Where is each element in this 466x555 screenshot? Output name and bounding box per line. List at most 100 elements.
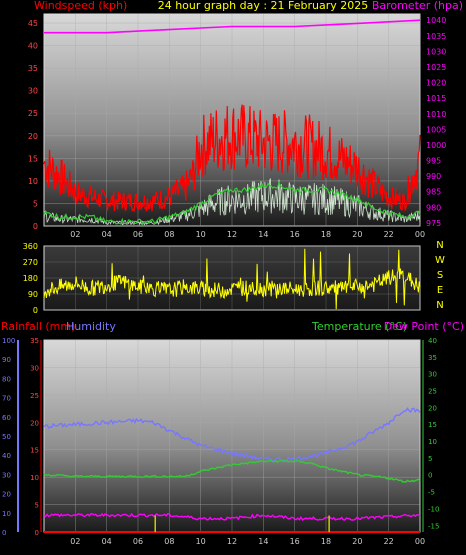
y-tick-label: 980 [426,203,441,212]
x-tick-label: 04 [102,230,112,239]
y-tick-label: 80 [2,375,11,383]
x-tick-label: 22 [384,230,394,239]
wind-barometer-chart: Windspeed (kph) 24 hour graph day : 21 F… [28,0,463,239]
x-tick-label: 16 [290,537,300,546]
y-tick-label: 15 [28,154,38,163]
y-tick-label: -15 [428,522,439,530]
y-tick-label: 30 [30,364,39,372]
y-tick-label: -10 [428,505,439,513]
y-tick-label: 100 [2,337,15,345]
y-tick-label: 30 [428,371,437,379]
y-tick-label: 60 [2,414,11,422]
y-tick-label: 25 [28,109,38,118]
y-tick-label: 20 [2,491,11,499]
y-tick-label: 45 [28,19,38,28]
x-tick-label: 06 [133,537,143,546]
x-tick-label: 02 [70,230,80,239]
dewpoint-axis-label: Dew Point (°C) [384,320,464,333]
wind-y-ticks: 0 5 10 15 20 25 30 35 40 45 [28,19,38,231]
x-tick-label: 14 [258,230,268,239]
y-tick-label: 990 [426,172,441,181]
compass-label: W [435,255,445,266]
y-tick-label: 40 [28,42,38,51]
x-tick-label: 18 [321,537,331,546]
y-tick-label: 985 [426,188,441,197]
compass-label: S [437,270,443,281]
y-tick-label: 0 [35,529,39,537]
x-tick-label: 08 [164,230,174,239]
chart-title: 24 hour graph day : 21 February 2025 [158,0,369,12]
y-tick-label: 40 [2,452,11,460]
y-tick-label: 1020 [426,79,446,88]
y-tick-label: 40 [428,337,437,345]
x-tick-label: 14 [258,537,268,546]
y-tick-label: 1025 [426,63,446,72]
y-tick-label: 995 [426,157,441,166]
y-tick-label: 1015 [426,94,446,103]
y-tick-label: 35 [428,354,437,362]
y-tick-label: 35 [28,64,38,73]
y-tick-label: 0 [33,222,38,231]
y-tick-label: 10 [2,510,11,518]
y-tick-label: 270 [23,258,38,267]
humidity-y-ticks: 0 10 20 30 40 50 60 70 80 90 100 [2,337,15,537]
x-tick-label: 00 [415,537,425,546]
rainfall-axis-label: Rainfall (mm) [1,320,75,333]
x-tick-label: 16 [290,230,300,239]
y-tick-label: 10 [428,438,437,446]
x-tick-label: 18 [321,230,331,239]
y-tick-label: 25 [428,388,437,396]
right-axis-label-barometer: Barometer (hpa) [372,0,463,12]
y-tick-label: 1040 [426,16,446,25]
y-tick-label: 10 [28,177,38,186]
compass-labels: NWSEN [435,240,445,311]
x-tick-label: 12 [227,230,237,239]
x-tick-label: 20 [352,537,362,546]
humidity-axis-label: Humidity [66,320,116,333]
y-tick-label: 15 [30,447,39,455]
y-tick-label: 360 [23,242,38,251]
y-tick-label: 0 [33,306,38,315]
y-tick-label: 70 [2,395,11,403]
temperature-humidity-chart: Rainfall (mm) Humidity Temperature (°C) … [1,320,464,546]
compass-label: N [436,300,443,311]
rainfall-y-ticks: 0 5 10 15 20 25 30 35 [30,337,39,537]
y-tick-label: 5 [428,455,432,463]
x-tick-label: 00 [415,230,425,239]
barometer-y-ticks: 975 980 985 990 995 1000 1005 1010 1015 1020 1025 1… [426,16,446,228]
x-tick-label: 04 [102,537,112,546]
temperature-y-ticks: 40 35 30 25 20 15 10 5 0 -5 -10 -15 [428,337,439,530]
y-tick-label: 20 [30,419,39,427]
y-tick-label: 1000 [426,141,446,150]
x-tick-label: 22 [384,537,394,546]
y-tick-label: 25 [30,392,39,400]
y-tick-label: 0 [2,529,6,537]
y-tick-label: 1010 [426,110,446,119]
x-tick-label: 08 [164,537,174,546]
y-tick-label: 90 [2,356,11,364]
y-tick-label: 50 [2,433,11,441]
y-tick-label: 975 [426,219,441,228]
y-tick-label: 20 [28,132,38,141]
y-tick-label: 30 [2,471,11,479]
y-tick-label: 10 [30,474,39,482]
y-tick-label: 1030 [426,47,446,56]
x-tick-label: 06 [133,230,143,239]
y-tick-label: 5 [35,502,39,510]
wind-direction-chart: 090180270360 NWSEN [23,240,445,315]
y-tick-label: 20 [428,404,437,412]
y-tick-label: 15 [428,421,437,429]
weather-graphs: Windspeed (kph) 24 hour graph day : 21 F… [1,0,464,546]
x-tick-label: 20 [352,230,362,239]
y-tick-label: 35 [30,337,39,345]
x-tick-label: 12 [227,537,237,546]
direction-y-ticks: 0 90 180 270 360 [23,242,38,315]
temp-x-ticks: 02 04 06 08 10 12 14 16 18 20 22 00 [70,537,425,546]
y-tick-label: 180 [23,274,38,283]
y-tick-label: 90 [28,290,38,299]
y-tick-label: 1005 [426,125,446,134]
compass-label: E [437,285,443,296]
x-tick-label: 02 [70,537,80,546]
y-tick-label: 1035 [426,32,446,41]
compass-label: N [436,240,443,251]
